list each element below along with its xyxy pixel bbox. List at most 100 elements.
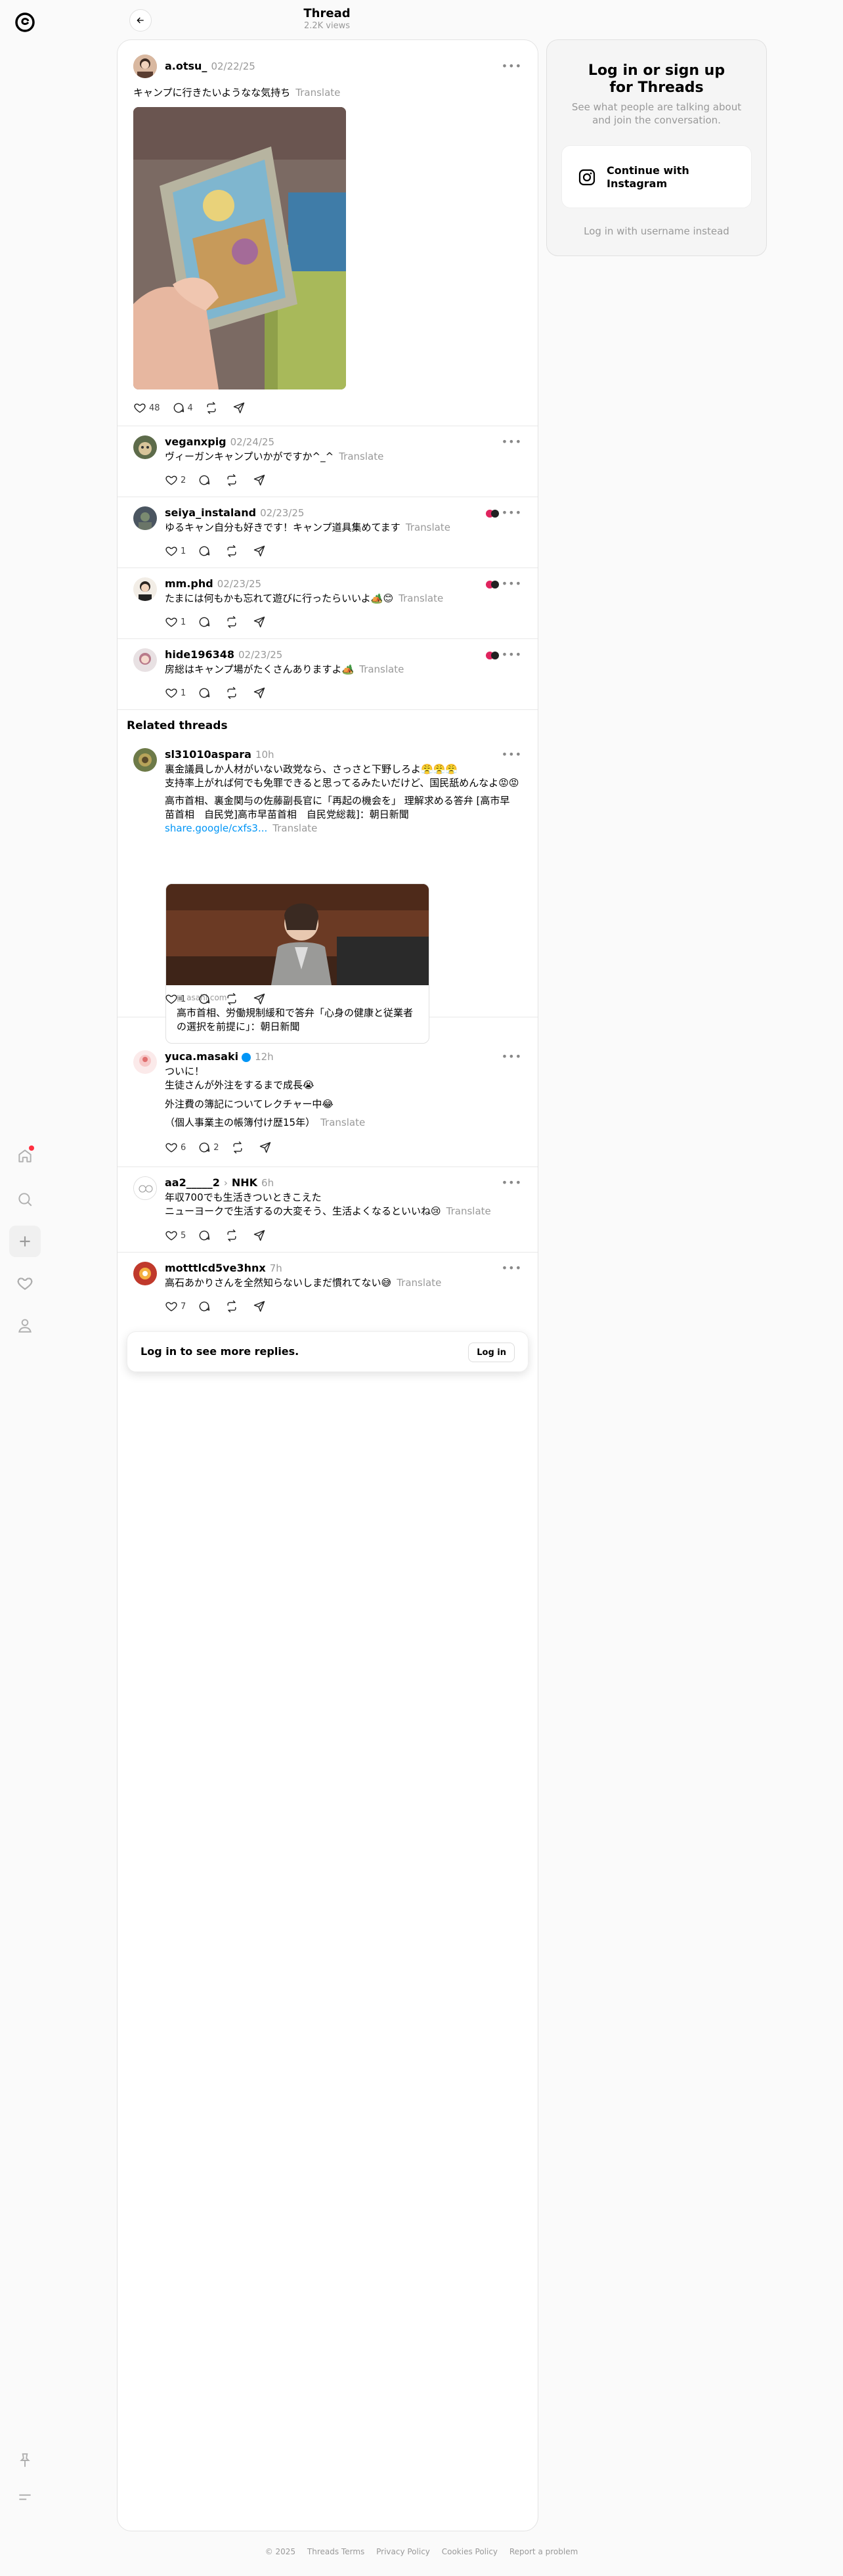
share-button[interactable] xyxy=(253,615,269,629)
post-image[interactable] xyxy=(133,107,346,389)
like-button[interactable]: 1 xyxy=(165,544,186,558)
like-button[interactable]: 1 xyxy=(165,992,186,1006)
reply-username[interactable]: mm.phd xyxy=(165,577,213,590)
like-count: 48 xyxy=(149,403,160,413)
more-options-icon[interactable]: ••• xyxy=(502,506,522,519)
reply-button[interactable] xyxy=(198,992,213,1006)
share-button[interactable] xyxy=(253,474,269,487)
more-options-icon[interactable]: ••• xyxy=(502,648,522,661)
reply-button[interactable] xyxy=(198,1229,213,1242)
translate-link[interactable]: Translate xyxy=(339,451,383,462)
avatar[interactable] xyxy=(133,55,157,78)
more-options-icon[interactable]: ••• xyxy=(502,1176,522,1189)
share-button[interactable] xyxy=(253,686,269,700)
share-button[interactable] xyxy=(253,1229,269,1242)
post-username[interactable]: motttlcd5ve3hnx xyxy=(165,1262,266,1274)
translate-link[interactable]: Translate xyxy=(272,822,317,834)
arrow-right-icon: › xyxy=(223,1177,228,1189)
reply-item: mm.phd 02/23/25 ••• たまには何もかも忘れて遊びに行ったらいいよ… xyxy=(118,568,538,639)
share-button[interactable] xyxy=(253,1300,269,1313)
pin-icon[interactable] xyxy=(9,2445,41,2476)
login-button[interactable]: Log in xyxy=(468,1343,515,1362)
footer-privacy-link[interactable]: Privacy Policy xyxy=(376,2547,430,2556)
footer-terms-link[interactable]: Threads Terms xyxy=(307,2547,364,2556)
reply-button[interactable]: 4 xyxy=(172,401,193,414)
menu-icon[interactable] xyxy=(9,2481,41,2513)
repost-button[interactable] xyxy=(225,474,241,487)
side-title: Log in or sign up xyxy=(588,62,725,79)
more-options-icon[interactable]: ••• xyxy=(502,60,522,72)
translate-link[interactable]: Translate xyxy=(406,522,450,533)
like-button[interactable]: 1 xyxy=(165,686,186,700)
repost-button[interactable] xyxy=(225,686,241,700)
translate-link[interactable]: Translate xyxy=(397,1277,441,1289)
more-options-icon[interactable]: ••• xyxy=(502,1262,522,1274)
translate-link[interactable]: Translate xyxy=(359,663,404,675)
reply-username[interactable]: seiya_instaland xyxy=(165,506,256,519)
reply-button[interactable] xyxy=(198,544,213,558)
translate-link[interactable]: Translate xyxy=(399,592,443,604)
back-button[interactable] xyxy=(129,9,152,32)
repost-button[interactable] xyxy=(225,1229,241,1242)
like-button[interactable]: 2 xyxy=(165,474,186,487)
repost-button[interactable] xyxy=(225,992,241,1006)
avatar[interactable] xyxy=(133,648,157,672)
avatar[interactable] xyxy=(133,506,157,530)
reply-button[interactable] xyxy=(198,615,213,629)
share-button[interactable] xyxy=(253,544,269,558)
footer-report-link[interactable]: Report a problem xyxy=(509,2547,578,2556)
threads-logo-icon[interactable] xyxy=(12,9,38,35)
avatar[interactable] xyxy=(133,435,157,459)
thread-column: a.otsu_ 02/22/25 ••• キャンプに行きたいようなな気持ち Tran… xyxy=(117,39,538,2531)
link-preview-card[interactable]: ▣ asahi.com 高市首相、労働規制緩和で答弁「心身の健康と従業者 の選択を… xyxy=(165,883,429,1044)
share-button[interactable] xyxy=(259,1141,274,1154)
reply-button[interactable] xyxy=(198,686,213,700)
avatar[interactable] xyxy=(133,1262,157,1285)
reply-button[interactable] xyxy=(198,474,213,487)
like-button[interactable]: 6 xyxy=(165,1141,186,1154)
repost-button[interactable] xyxy=(205,401,221,414)
post-username[interactable]: a.otsu_ xyxy=(165,60,207,72)
heart-icon[interactable] xyxy=(9,1268,41,1299)
more-options-icon[interactable]: ••• xyxy=(502,577,522,590)
translate-link[interactable]: Translate xyxy=(295,87,340,99)
more-options-icon[interactable]: ••• xyxy=(502,748,522,761)
home-icon[interactable] xyxy=(9,1140,41,1172)
avatar[interactable] xyxy=(133,1050,157,1074)
side-subtitle: See what people are talking about xyxy=(571,101,742,113)
translate-link[interactable]: Translate xyxy=(446,1205,491,1217)
post-link[interactable]: share.google/cxfs3... xyxy=(165,822,267,834)
repost-button[interactable] xyxy=(231,1141,247,1154)
more-options-icon[interactable]: ••• xyxy=(502,1050,522,1063)
repost-button[interactable] xyxy=(225,615,241,629)
share-button[interactable] xyxy=(253,992,269,1006)
reply-button[interactable]: 2 xyxy=(198,1141,219,1154)
reply-button[interactable] xyxy=(198,1300,213,1313)
continue-with-instagram-button[interactable]: Continue with Instagram xyxy=(561,145,752,208)
avatar[interactable] xyxy=(133,1176,157,1200)
reply-username[interactable]: hide196348 xyxy=(165,648,234,661)
more-options-icon[interactable]: ••• xyxy=(502,435,522,448)
search-icon[interactable] xyxy=(9,1184,41,1215)
like-button[interactable]: 1 xyxy=(165,615,186,629)
post-username[interactable]: sl31010aspara xyxy=(165,748,251,761)
post-username[interactable]: yuca.masaki xyxy=(165,1050,238,1063)
badge-icon xyxy=(486,581,499,588)
plus-icon[interactable] xyxy=(9,1226,41,1257)
like-button[interactable]: 48 xyxy=(133,401,160,414)
translate-link[interactable]: Translate xyxy=(320,1117,365,1128)
like-button[interactable]: 5 xyxy=(165,1229,186,1242)
repost-button[interactable] xyxy=(225,1300,241,1313)
like-button[interactable]: 7 xyxy=(165,1300,186,1313)
post-tag[interactable]: NHK xyxy=(232,1176,257,1189)
profile-icon[interactable] xyxy=(9,1310,41,1341)
main-post: a.otsu_ 02/22/25 ••• キャンプに行きたいようなな気持ち Tran… xyxy=(118,40,538,426)
footer-cookies-link[interactable]: Cookies Policy xyxy=(442,2547,498,2556)
share-button[interactable] xyxy=(232,401,248,414)
login-with-username-link[interactable]: Log in with username instead xyxy=(547,225,766,237)
avatar[interactable] xyxy=(133,577,157,601)
avatar[interactable] xyxy=(133,748,157,772)
reply-username[interactable]: veganxpig xyxy=(165,435,227,448)
repost-button[interactable] xyxy=(225,544,241,558)
post-username[interactable]: aa2_____2 xyxy=(165,1176,220,1189)
